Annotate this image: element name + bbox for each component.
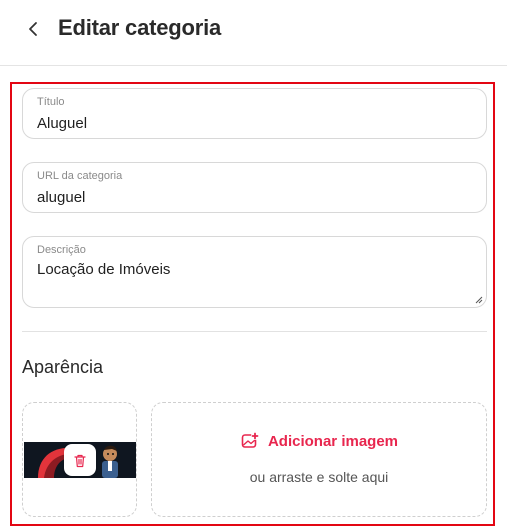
add-image-button[interactable]: Adicionar imagem — [152, 431, 486, 451]
header: Editar categoria — [0, 0, 507, 66]
url-input[interactable] — [37, 189, 467, 206]
delete-image-button[interactable] — [64, 444, 96, 476]
chevron-left-icon — [29, 22, 37, 36]
description-field[interactable]: Descrição Locação de Imóveis — [22, 236, 487, 308]
description-textarea[interactable]: Locação de Imóveis — [37, 261, 467, 301]
url-field-label: URL da categoria — [37, 170, 123, 182]
appearance-section-title: Aparência — [22, 357, 104, 377]
resize-grip-icon[interactable] — [475, 296, 483, 304]
image-dropzone[interactable]: Adicionar imagem ou arraste e solte aqui — [151, 402, 487, 517]
image-thumbnail — [22, 402, 137, 517]
drop-hint: ou arraste e solte aqui — [249, 469, 389, 485]
url-field[interactable]: URL da categoria — [22, 162, 487, 213]
title-input[interactable] — [37, 115, 467, 132]
image-plus-icon — [241, 432, 259, 448]
title-field-label: Título — [37, 96, 65, 108]
description-field-label: Descrição — [37, 244, 86, 256]
page-title: Editar categoria — [58, 15, 222, 40]
add-image-label: Adicionar imagem — [267, 432, 399, 450]
back-button[interactable] — [22, 18, 44, 40]
title-field[interactable]: Título — [22, 88, 487, 139]
section-divider — [22, 331, 487, 332]
trash-icon — [74, 454, 86, 467]
